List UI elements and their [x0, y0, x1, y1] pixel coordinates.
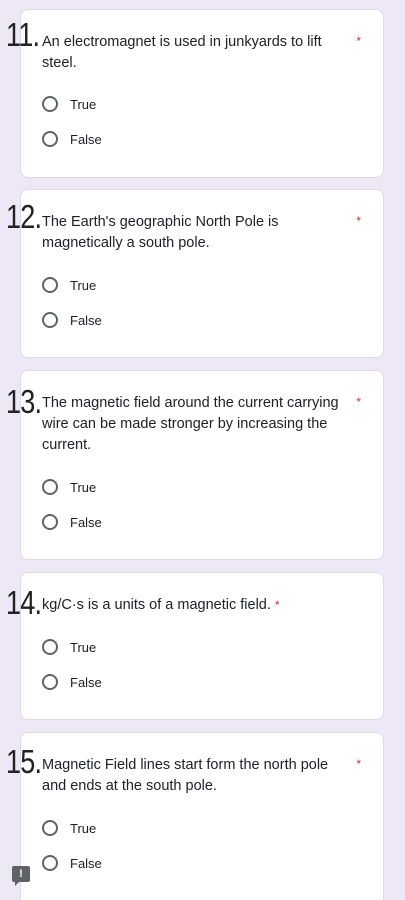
option-false[interactable]: False	[42, 128, 102, 150]
option-label: True	[70, 639, 97, 655]
question-card-12: 12. The Earth's geographic North Pole is…	[6, 189, 384, 358]
option-label: False	[70, 131, 102, 147]
radio-button[interactable]	[42, 96, 58, 112]
radio-button[interactable]	[42, 312, 58, 328]
option-label: True	[70, 820, 97, 836]
required-asterisk: *	[356, 757, 361, 771]
option-label: True	[70, 96, 97, 112]
question-number: 13.	[6, 383, 42, 420]
radio-button[interactable]	[42, 820, 58, 836]
radio-button[interactable]	[42, 514, 58, 530]
option-true[interactable]: True	[42, 476, 96, 498]
question-card-15: 15. Magnetic Field lines start form the …	[6, 732, 384, 900]
question-number: 15.	[6, 743, 42, 780]
question-text: The magnetic field around the current ca…	[42, 395, 339, 453]
option-label: True	[70, 479, 97, 495]
radio-button[interactable]	[42, 277, 58, 293]
required-asterisk: *	[356, 214, 361, 228]
form-page: 11. An electromagnet is used in junkyard…	[0, 0, 405, 900]
radio-button[interactable]	[42, 479, 58, 495]
option-false[interactable]: False	[42, 852, 102, 874]
option-label: False	[70, 312, 102, 328]
radio-button[interactable]	[42, 639, 58, 655]
question-number: 11.	[6, 16, 40, 53]
question-number: 14.	[6, 584, 42, 621]
question-text: An electromagnet is used in junkyards to…	[42, 34, 322, 71]
required-asterisk: *	[356, 395, 361, 409]
question-text: kg/C·s is a units of a magnetic field. *	[42, 595, 342, 616]
option-true[interactable]: True	[42, 636, 96, 658]
question-card-14: 14. kg/C·s is a units of a magnetic fiel…	[6, 572, 384, 720]
question-card-13: 13. The magnetic field around the curren…	[6, 370, 384, 560]
radio-button[interactable]	[42, 131, 58, 147]
option-false[interactable]: False	[42, 671, 102, 693]
option-true[interactable]: True	[42, 817, 96, 839]
question-text-content: kg/C·s is a units of a magnetic field.	[42, 597, 271, 613]
option-label: True	[70, 277, 97, 293]
required-asterisk: *	[274, 598, 280, 612]
option-label: False	[70, 674, 102, 690]
question-card-11: 11. An electromagnet is used in junkyard…	[6, 9, 384, 178]
feedback-icon[interactable]: !	[12, 866, 30, 886]
option-label: False	[70, 855, 102, 871]
question-text: Magnetic Field lines start form the nort…	[42, 757, 329, 794]
option-false[interactable]: False	[42, 309, 102, 331]
option-false[interactable]: False	[42, 511, 102, 533]
radio-button[interactable]	[42, 855, 58, 871]
required-asterisk: *	[356, 34, 361, 48]
question-number: 12.	[6, 198, 42, 235]
option-true[interactable]: True	[42, 93, 96, 115]
option-true[interactable]: True	[42, 274, 96, 296]
option-label: False	[70, 514, 102, 530]
question-text: The Earth's geographic North Pole is mag…	[42, 214, 279, 251]
radio-button[interactable]	[42, 674, 58, 690]
